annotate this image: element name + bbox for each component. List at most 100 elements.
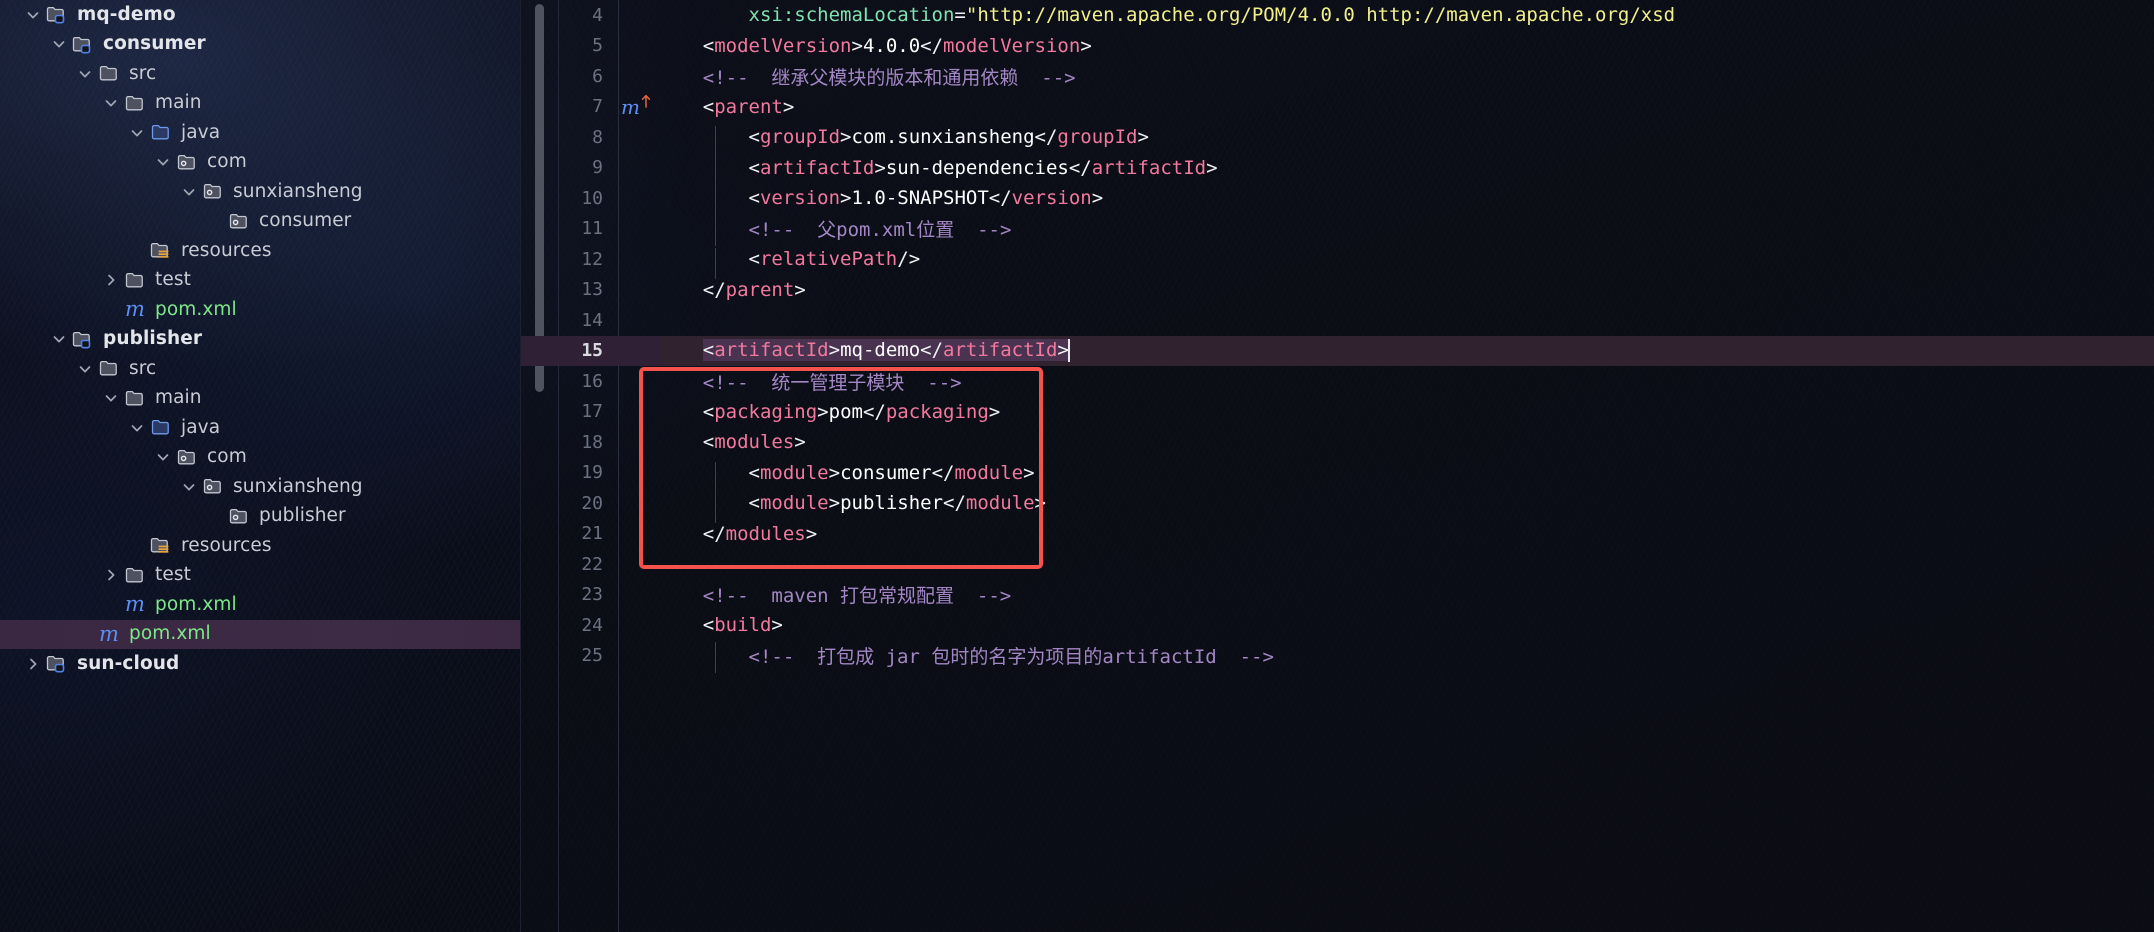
code-line-content[interactable]: <module>consumer</module> [653, 461, 1035, 493]
tree-item-label: com [207, 446, 247, 467]
tree-item-sunxiansheng[interactable]: sunxiansheng [0, 472, 520, 502]
tree-item-test[interactable]: test [0, 266, 520, 296]
tree-indent-spacer [0, 427, 126, 428]
code-line-content[interactable]: <relativePath/> [653, 248, 920, 279]
tree-item-resources[interactable]: resources [0, 531, 520, 561]
code-line[interactable]: 24 <build> [521, 610, 2154, 641]
tree-item-consumer[interactable]: consumer [0, 207, 520, 237]
code-line-content[interactable]: <modelVersion>4.0.0</modelVersion> [653, 35, 1092, 57]
line-number: 7 [592, 96, 603, 118]
chevron-down-icon[interactable] [152, 151, 174, 173]
code-line-content[interactable]: <!-- 统一管理子模块 --> [653, 368, 962, 395]
chevron-down-icon[interactable] [178, 476, 200, 498]
code-line[interactable]: 17 <packaging>pom</packaging> [521, 397, 2154, 428]
tree-item-src[interactable]: src [0, 59, 520, 89]
code-line[interactable]: 5 <modelVersion>4.0.0</modelVersion> [521, 31, 2154, 62]
code-line[interactable]: 12 <relativePath/> [521, 244, 2154, 279]
tree-item-sun-cloud[interactable]: sun-cloud [0, 649, 520, 679]
code-token: </ [943, 492, 966, 515]
tree-item-mq-demo[interactable]: mq-demo [0, 0, 520, 30]
tree-item-sunxiansheng[interactable]: sunxiansheng [0, 177, 520, 207]
code-line-content[interactable]: <modules> [653, 431, 806, 453]
code-line[interactable]: 19 <module>consumer</module> [521, 458, 2154, 493]
code-line[interactable]: 11 <!-- 父pom.xml位置 --> [521, 214, 2154, 246]
code-line[interactable]: 20 <module>publisher</module> [521, 488, 2154, 523]
project-tool-window[interactable]: mq-demo consumer src main java com sunxianshen… [0, 0, 521, 932]
chevron-down-icon[interactable] [152, 446, 174, 468]
code-line-content[interactable]: </parent> [653, 279, 806, 301]
code-line[interactable]: 21 </modules> [521, 519, 2154, 550]
tree-item-com[interactable]: com [0, 148, 520, 178]
chevron-down-icon[interactable] [48, 33, 70, 55]
code-line-content[interactable]: <!-- 打包成 jar 包时的名字为项目的artifactId --> [653, 642, 1274, 673]
tree-item-pom-xml[interactable]: m pom.xml [0, 590, 520, 620]
code-line[interactable]: 23 <!-- maven 打包常规配置 --> [521, 580, 2154, 611]
code-line[interactable]: 6 <!-- 继承父模块的版本和通用依赖 --> [521, 61, 2154, 92]
chevron-down-icon[interactable] [126, 417, 148, 439]
code-line[interactable]: 22 [521, 549, 2154, 580]
chevron-down-icon[interactable] [48, 328, 70, 350]
code-editor[interactable]: 4 xsi:schemaLocation="http://maven.apach… [521, 0, 2154, 932]
code-line[interactable]: 16 <!-- 统一管理子模块 --> [521, 366, 2154, 397]
code-line-content[interactable]: </modules> [653, 523, 817, 545]
line-number: 10 [581, 187, 603, 209]
chevron-down-icon[interactable] [74, 63, 96, 85]
tree-item-src[interactable]: src [0, 354, 520, 384]
chevron-right-icon[interactable] [100, 564, 122, 586]
editor-lines[interactable]: 4 xsi:schemaLocation="http://maven.apach… [521, 0, 2154, 673]
code-line[interactable]: 7m <parent> [521, 92, 2154, 123]
chevron-down-icon[interactable] [74, 358, 96, 380]
code-token: < [702, 614, 715, 637]
tree-item-publisher[interactable]: publisher [0, 502, 520, 532]
chevron-down-icon[interactable] [22, 4, 44, 26]
code-line-content[interactable]: <version>1.0-SNAPSHOT</version> [653, 187, 1103, 218]
chevron-down-icon[interactable] [100, 92, 122, 114]
code-line-content[interactable]: <!-- 父pom.xml位置 --> [653, 215, 1012, 246]
package-icon [174, 151, 200, 173]
chevron-down-icon[interactable] [126, 122, 148, 144]
code-line[interactable]: 15 <artifactId>mq-demo</artifactId> [521, 335, 2154, 366]
gutter-marker-slot [619, 0, 653, 31]
code-line[interactable]: 8 <groupId>com.sunxiansheng</groupId> [521, 122, 2154, 157]
maven-override-gutter-icon[interactable]: m [619, 92, 653, 123]
chevron-down-icon[interactable] [100, 387, 122, 409]
code-line-content[interactable]: xsi:schemaLocation="http://maven.apache.… [653, 4, 1676, 26]
code-line-content[interactable]: <!-- 继承父模块的版本和通用依赖 --> [653, 63, 1076, 90]
code-line-content[interactable]: <artifactId>sun-dependencies</artifactId… [653, 156, 1218, 188]
code-line[interactable]: 9 <artifactId>sun-dependencies</artifact… [521, 153, 2154, 188]
code-line[interactable]: 25 <!-- 打包成 jar 包时的名字为项目的artifactId --> [521, 641, 2154, 673]
chevron-down-icon[interactable] [178, 181, 200, 203]
code-line-content[interactable]: <groupId>com.sunxiansheng</groupId> [653, 126, 1149, 157]
tree-item-main[interactable]: main [0, 89, 520, 119]
code-line-content[interactable]: <!-- maven 打包常规配置 --> [653, 581, 1011, 608]
code-line-content[interactable]: <module>publisher</module> [653, 492, 1046, 523]
indent-guide [715, 642, 716, 673]
tree-item-resources[interactable]: resources [0, 236, 520, 266]
project-tree[interactable]: mq-demo consumer src main java com sunxianshen… [0, 0, 520, 679]
chevron-right-icon[interactable] [22, 653, 44, 675]
tree-item-java[interactable]: java [0, 413, 520, 443]
gutter-marker-slot [619, 305, 653, 336]
code-line-content[interactable]: <packaging>pom</packaging> [653, 401, 1000, 423]
code-line-content[interactable]: <parent> [653, 96, 795, 118]
code-line[interactable]: 18 <modules> [521, 427, 2154, 458]
tree-item-test[interactable]: test [0, 561, 520, 591]
code-line-content[interactable]: <build> [653, 614, 783, 636]
tree-item-pom-xml[interactable]: m pom.xml [0, 295, 520, 325]
tree-item-java[interactable]: java [0, 118, 520, 148]
code-token: mq-demo [840, 339, 921, 362]
code-line[interactable]: 4 xsi:schemaLocation="http://maven.apach… [521, 0, 2154, 31]
tree-item-main[interactable]: main [0, 384, 520, 414]
chevron-right-icon[interactable] [100, 269, 122, 291]
code-line-content[interactable]: <artifactId>mq-demo</artifactId> [653, 339, 1070, 363]
tree-item-publisher[interactable]: publisher [0, 325, 520, 355]
code-line[interactable]: 14 [521, 305, 2154, 336]
gutter-marker-slot [619, 244, 653, 275]
tree-item-label: test [155, 564, 191, 585]
tree-item-com[interactable]: com [0, 443, 520, 473]
code-line[interactable]: 10 <version>1.0-SNAPSHOT</version> [521, 183, 2154, 218]
code-token: <!-- 父pom.xml位置 --> [748, 219, 1012, 242]
code-line[interactable]: 13 </parent> [521, 275, 2154, 306]
tree-item-pom-xml[interactable]: m pom.xml [0, 619, 520, 649]
tree-item-consumer[interactable]: consumer [0, 30, 520, 60]
